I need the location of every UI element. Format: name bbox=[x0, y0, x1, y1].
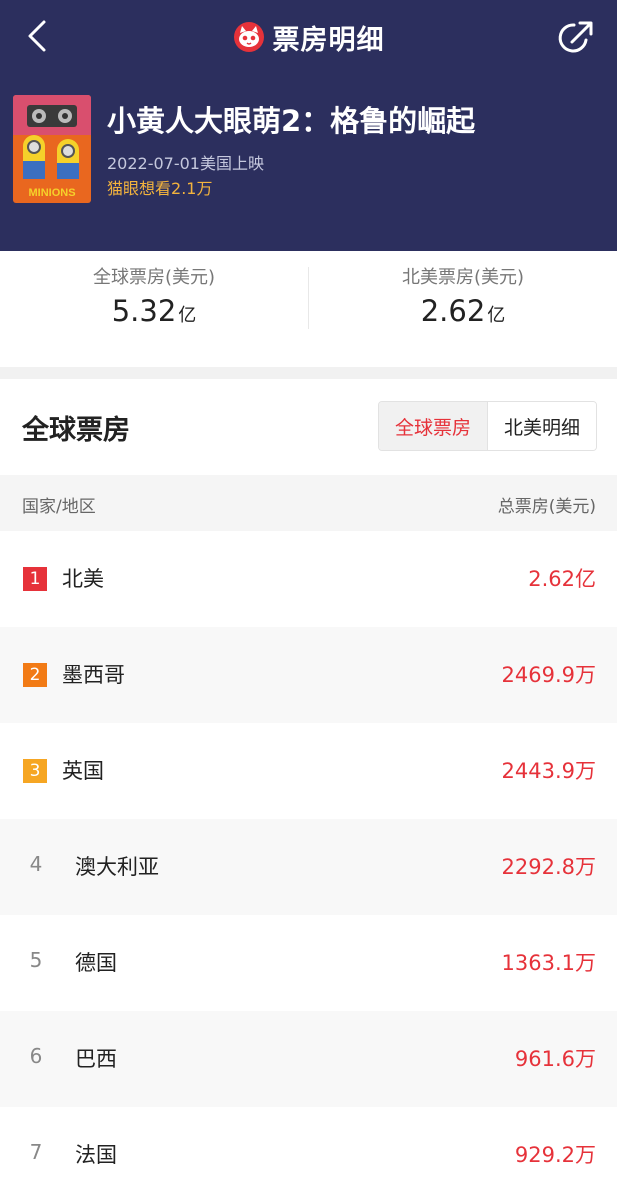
movie-poster[interactable]: MINIONS bbox=[13, 95, 91, 203]
ranking-table: 1 北美 2.62亿 2 墨西哥 2469.9万 3 英国 2443.9万 4 … bbox=[0, 531, 617, 1199]
table-row[interactable]: 1 北美 2.62亿 bbox=[0, 531, 617, 627]
box-office-value: 929.2万 bbox=[514, 1143, 596, 1167]
want-to-see: 猫眼想看2.1万 bbox=[107, 175, 212, 199]
global-box-office: 全球票房(美元) 5.32 亿 bbox=[0, 251, 308, 367]
rank-number: 4 bbox=[29, 852, 43, 876]
rank-badge: 3 bbox=[23, 759, 47, 783]
header: 票房明细 MINIONS 小黄人大眼萌2：格鲁的崛起 2022-07-01美国上… bbox=[0, 0, 617, 251]
box-office-value: 1363.1万 bbox=[501, 951, 596, 975]
tab-north-america-detail[interactable]: 北美明细 bbox=[487, 402, 596, 450]
global-unit: 亿 bbox=[178, 305, 197, 326]
column-region: 国家/地区 bbox=[22, 497, 96, 517]
box-office-value: 2443.9万 bbox=[501, 759, 596, 783]
north-america-value: 2.62 bbox=[420, 294, 486, 328]
box-office-value: 2469.9万 bbox=[501, 663, 596, 687]
box-office-value: 961.6万 bbox=[514, 1047, 596, 1071]
rank-number: 5 bbox=[29, 948, 43, 972]
tab-switcher: 全球票房 北美明细 bbox=[378, 401, 597, 451]
country-name: 澳大利亚 bbox=[75, 855, 159, 879]
poster-text: MINIONS bbox=[28, 187, 75, 199]
rank-badge: 1 bbox=[23, 567, 47, 591]
title-group: 票房明细 bbox=[0, 0, 617, 74]
north-america-label: 北美票房(美元) bbox=[401, 267, 525, 288]
page-title: 票房明细 bbox=[272, 24, 385, 56]
table-row[interactable]: 5 德国 1363.1万 bbox=[0, 915, 617, 1011]
north-america-value-group: 2.62 亿 bbox=[309, 294, 617, 328]
back-arrow-icon[interactable] bbox=[20, 16, 56, 56]
section-gap bbox=[0, 367, 617, 379]
table-row[interactable]: 4 澳大利亚 2292.8万 bbox=[0, 819, 617, 915]
rank-number: 7 bbox=[29, 1140, 43, 1164]
rank-number: 6 bbox=[29, 1044, 43, 1068]
country-name: 墨西哥 bbox=[62, 663, 125, 687]
global-label: 全球票房(美元) bbox=[92, 267, 216, 288]
north-america-unit: 亿 bbox=[487, 305, 506, 326]
table-header: 国家/地区 总票房(美元) bbox=[0, 475, 617, 531]
country-name: 北美 bbox=[62, 567, 104, 591]
share-icon[interactable] bbox=[556, 18, 596, 58]
column-total: 总票房(美元) bbox=[497, 497, 596, 517]
rank-badge: 2 bbox=[23, 663, 47, 687]
release-date: 2022-07-01美国上映 bbox=[107, 154, 264, 173]
table-row[interactable]: 6 巴西 961.6万 bbox=[0, 1011, 617, 1107]
table-row[interactable]: 2 墨西哥 2469.9万 bbox=[0, 627, 617, 723]
tab-global-box-office[interactable]: 全球票房 bbox=[379, 402, 487, 450]
country-name: 德国 bbox=[75, 951, 117, 975]
want-count: 2.1万 bbox=[171, 179, 213, 198]
global-value-group: 5.32 亿 bbox=[0, 294, 308, 328]
top-bar: 票房明细 bbox=[0, 0, 617, 74]
table-row[interactable]: 3 英国 2443.9万 bbox=[0, 723, 617, 819]
maoyan-cat-logo-icon bbox=[233, 22, 264, 52]
box-office-value: 2292.8万 bbox=[501, 855, 596, 879]
want-prefix: 猫眼想看 bbox=[107, 179, 172, 198]
country-name: 法国 bbox=[75, 1143, 117, 1167]
box-office-summary: 全球票房(美元) 5.32 亿 北美票房(美元) 2.62 亿 bbox=[0, 251, 617, 367]
north-america-box-office: 北美票房(美元) 2.62 亿 bbox=[309, 251, 617, 367]
section-title: 全球票房 bbox=[22, 415, 130, 446]
movie-title: 小黄人大眼萌2：格鲁的崛起 bbox=[107, 104, 476, 138]
country-name: 英国 bbox=[62, 759, 104, 783]
global-value: 5.32 bbox=[111, 294, 177, 328]
box-office-value: 2.62亿 bbox=[528, 567, 596, 591]
country-name: 巴西 bbox=[75, 1047, 117, 1071]
table-row[interactable]: 7 法国 929.2万 bbox=[0, 1107, 617, 1199]
